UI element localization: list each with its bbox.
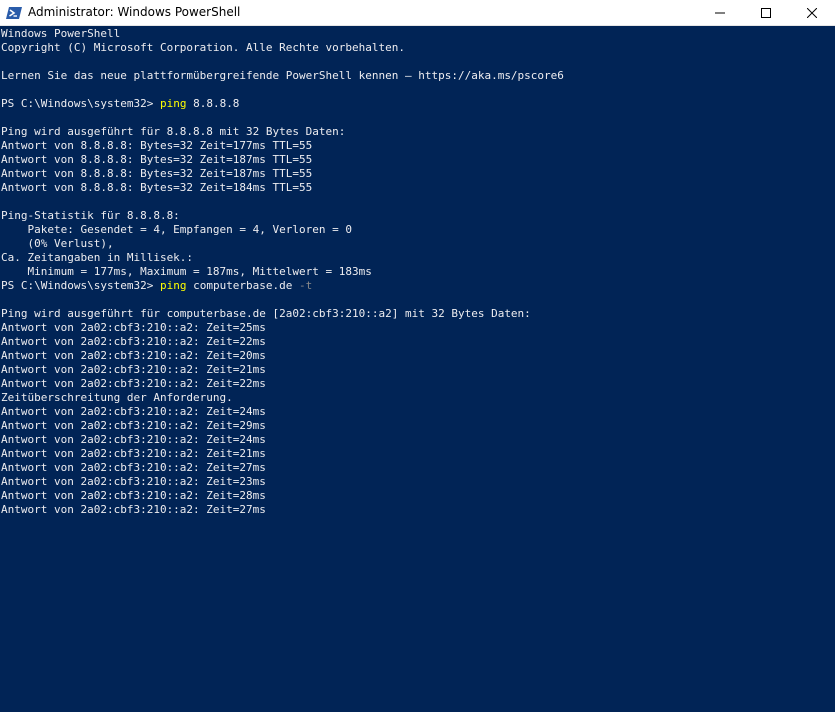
close-button[interactable] <box>789 0 835 26</box>
console-line: Antwort von 2a02:cbf3:210::a2: Zeit=22ms <box>1 377 266 390</box>
console-line: Antwort von 2a02:cbf3:210::a2: Zeit=22ms <box>1 335 266 348</box>
prompt-line: PS C:\Windows\system32> ping computerbas… <box>1 279 835 293</box>
console-line: Antwort von 2a02:cbf3:210::a2: Zeit=29ms <box>1 419 266 432</box>
console-line: Antwort von 2a02:cbf3:210::a2: Zeit=28ms <box>1 489 266 502</box>
command-flag: -t <box>299 279 313 292</box>
title-bar[interactable]: Administrator: Windows PowerShell <box>0 0 835 26</box>
console-line: Ping wird ausgeführt für 8.8.8.8 mit 32 … <box>1 125 346 138</box>
console-line: Windows PowerShell <box>1 27 121 40</box>
powershell-icon <box>6 5 22 21</box>
console-line: Minimum = 177ms, Maximum = 187ms, Mittel… <box>1 265 372 278</box>
console-line: Antwort von 8.8.8.8: Bytes=32 Zeit=177ms… <box>1 139 313 152</box>
console-line: Antwort von 2a02:cbf3:210::a2: Zeit=24ms <box>1 433 266 446</box>
console-line: (0% Verlust), <box>1 237 114 250</box>
console-line: Antwort von 2a02:cbf3:210::a2: Zeit=20ms <box>1 349 266 362</box>
console-line: Antwort von 2a02:cbf3:210::a2: Zeit=27ms <box>1 461 266 474</box>
console-line: Zeitüberschreitung der Anforderung. <box>1 391 233 404</box>
console-line: Antwort von 8.8.8.8: Bytes=32 Zeit=187ms… <box>1 153 313 166</box>
console-line: Ping-Statistik für 8.8.8.8: <box>1 209 180 222</box>
window-title: Administrator: Windows PowerShell <box>28 5 241 19</box>
prompt-text: PS C:\Windows\system32> <box>1 97 160 110</box>
minimize-button[interactable] <box>697 0 743 26</box>
console-line: Lernen Sie das neue plattformübergreifen… <box>1 69 564 82</box>
command-args: computerbase.de <box>186 279 300 292</box>
console-line: Pakete: Gesendet = 4, Empfangen = 4, Ver… <box>1 223 352 236</box>
console-line: Antwort von 2a02:cbf3:210::a2: Zeit=21ms <box>1 363 266 376</box>
console-line: Ping wird ausgeführt für computerbase.de… <box>1 307 531 320</box>
prompt-line: PS C:\Windows\system32> ping 8.8.8.8 <box>1 97 835 111</box>
maximize-button[interactable] <box>743 0 789 26</box>
command-text: ping <box>159 279 187 292</box>
minimize-icon <box>715 12 725 14</box>
console-line: Ca. Zeitangaben in Millisek.: <box>1 251 194 264</box>
command-text: ping <box>159 97 187 110</box>
close-icon <box>807 8 817 18</box>
console-line: Antwort von 2a02:cbf3:210::a2: Zeit=24ms <box>1 405 266 418</box>
command-args: 8.8.8.8 <box>186 97 240 110</box>
console-line: Antwort von 2a02:cbf3:210::a2: Zeit=25ms <box>1 321 266 334</box>
console-line: Antwort von 8.8.8.8: Bytes=32 Zeit=187ms… <box>1 167 313 180</box>
console-line: Antwort von 2a02:cbf3:210::a2: Zeit=23ms <box>1 475 266 488</box>
console-output[interactable]: Windows PowerShell Copyright (C) Microsof… <box>0 27 835 712</box>
console-line: Antwort von 2a02:cbf3:210::a2: Zeit=21ms <box>1 447 266 460</box>
console-line: Antwort von 2a02:cbf3:210::a2: Zeit=27ms <box>1 503 266 516</box>
console-line: Antwort von 8.8.8.8: Bytes=32 Zeit=184ms… <box>1 181 313 194</box>
powershell-window: Administrator: Windows PowerShell Window… <box>0 0 835 712</box>
maximize-icon <box>761 8 771 18</box>
prompt-text: PS C:\Windows\system32> <box>1 279 160 292</box>
console-line: Copyright (C) Microsoft Corporation. All… <box>1 41 405 54</box>
